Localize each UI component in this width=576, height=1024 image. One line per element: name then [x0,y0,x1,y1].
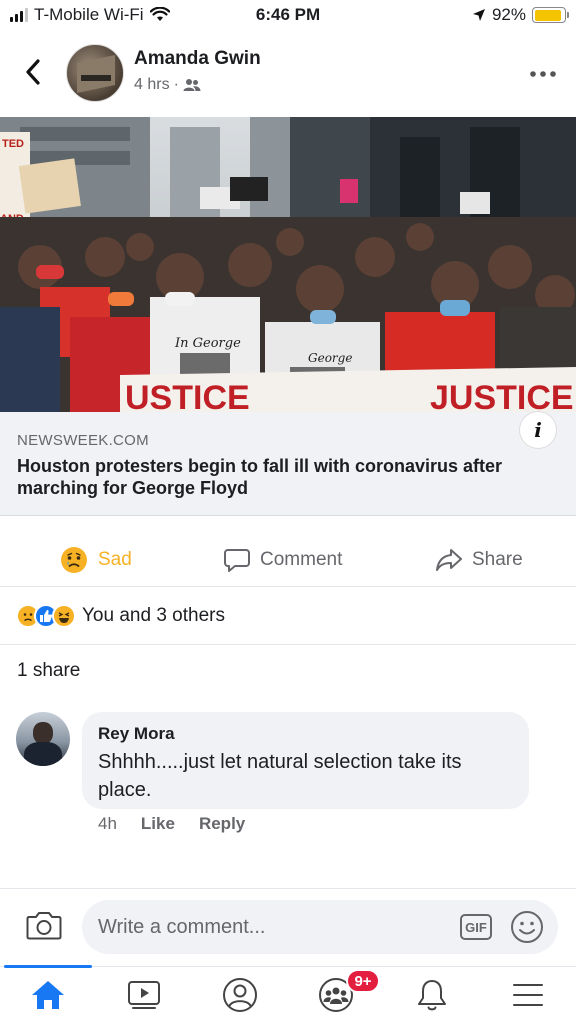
comment-like-button[interactable]: Like [141,814,175,834]
share-button[interactable]: Share [436,532,523,587]
post-header: Amanda Gwin 4 hrs · [0,36,576,112]
protest-photo: TED AND In George George [0,117,576,412]
status-bar: T-Mobile Wi-Fi 6:46 PM 92% [0,0,576,32]
comment-reply-button[interactable]: Reply [199,814,245,834]
post-image[interactable]: TED AND In George George [0,117,576,412]
home-icon [32,981,64,1009]
friends-icon [183,79,201,91]
share-label: Share [472,548,523,570]
bottom-navigation: 9+ [0,965,576,1024]
shirt-text-1: In George [174,336,241,351]
comment-meta: 4h Like Reply [98,814,245,834]
sad-face-icon [61,546,87,573]
more-dots-icon [530,71,556,77]
back-button[interactable] [18,56,48,88]
post-meta: 4 hrs · [134,76,201,94]
link-preview[interactable]: NEWSWEEK.COM Houston protesters begin to… [0,412,576,516]
nav-watch[interactable] [120,975,168,1015]
nav-profile[interactable] [216,975,264,1015]
more-options-button[interactable] [528,64,558,84]
comment-author[interactable]: Rey Mora [98,724,175,744]
link-domain: NEWSWEEK.COM [17,432,149,449]
menu-icon [513,984,543,1006]
banner-text-1: USTICE [125,379,250,412]
reaction-icons [16,604,76,628]
camera-icon [26,912,62,940]
banner-text-2: JUSTICE [430,379,574,412]
nav-notifications[interactable] [408,975,456,1015]
author-name[interactable]: Amanda Gwin [134,48,261,70]
commenter-avatar[interactable] [16,712,70,766]
comment-bubble: Rey Mora Shhhh.....just let natural sele… [82,712,529,809]
watch-icon [128,981,160,1009]
comment-time: 4h [98,814,117,833]
comment-button[interactable]: Comment [224,532,342,587]
sad-reaction-button[interactable]: Sad [60,532,132,587]
divider [0,644,576,645]
share-arrow-icon [436,548,462,571]
gif-button[interactable]: GIF [460,914,492,940]
link-title: Houston protesters begin to fall ill wit… [17,456,503,498]
battery-percent: 92% [491,5,526,24]
reactions-summary[interactable]: You and 3 others [16,596,225,636]
action-bar: Sad Comment Share [0,532,576,587]
author-avatar[interactable] [66,44,124,102]
active-tab-indicator [4,965,92,968]
share-count[interactable]: 1 share [17,660,80,682]
comment-text: Shhhh.....just let natural selection tak… [98,751,462,801]
chevron-left-icon [26,59,40,85]
smiley-icon [511,911,543,943]
emoji-button[interactable] [510,910,544,944]
comment-label: Comment [260,548,343,570]
sad-label: Sad [98,548,132,570]
nav-menu[interactable] [504,975,552,1015]
nav-home[interactable] [24,975,72,1015]
haha-icon [52,604,76,628]
profile-icon [223,978,257,1012]
location-arrow-icon [472,9,485,21]
comment-bubble-icon [224,548,250,572]
meta-separator: · [173,76,179,93]
groups-notification-badge: 9+ [346,969,380,993]
reactions-summary-text: You and 3 others [82,605,225,626]
info-button[interactable]: i [520,412,556,448]
bell-icon [418,980,446,1011]
camera-button[interactable] [26,909,62,945]
battery-icon [532,7,569,23]
post-time[interactable]: 4 hrs [134,76,170,94]
sign-text-1: TED [2,138,24,150]
shirt-text-2: George [308,351,352,365]
status-right: 92% [472,5,569,25]
